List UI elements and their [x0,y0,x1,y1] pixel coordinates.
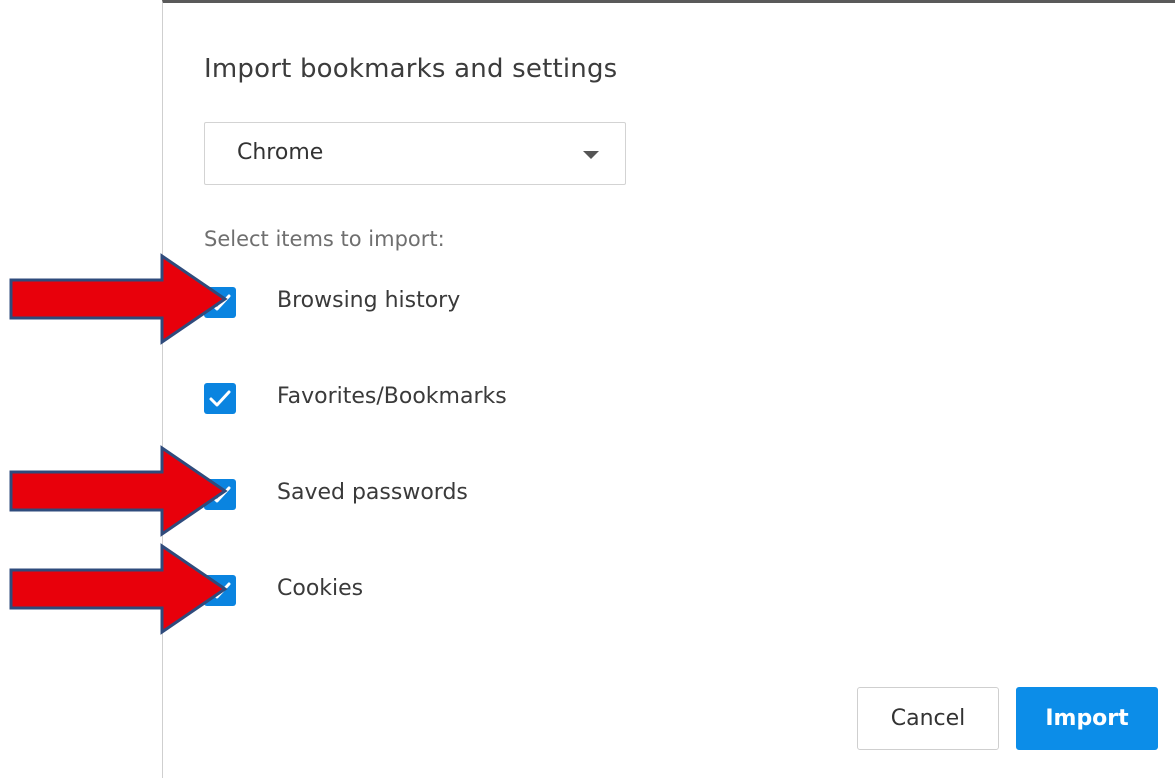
checkbox-favorites-bookmarks[interactable] [204,383,236,414]
dialog-title: Import bookmarks and settings [204,54,618,84]
cancel-button[interactable]: Cancel [857,687,999,750]
browser-select-value: Chrome [237,140,324,165]
arrow-annotation-browsing-history [9,253,228,345]
option-label: Cookies [277,576,364,601]
option-label: Browsing history [277,288,461,313]
checkmark-icon [209,390,231,407]
browser-select-dropdown[interactable]: Chrome [204,122,626,185]
arrow-annotation-cookies [9,543,228,635]
option-label: Saved passwords [277,480,468,505]
option-label: Favorites/Bookmarks [277,384,507,409]
section-label: Select items to import: [204,227,445,251]
arrow-annotation-saved-passwords [9,445,228,537]
chevron-down-icon [583,151,599,159]
import-button[interactable]: Import [1016,687,1158,750]
screenshot-stage: Import bookmarks and settings Chrome Sel… [0,0,1175,778]
import-dialog: Import bookmarks and settings Chrome Sel… [162,0,1175,778]
